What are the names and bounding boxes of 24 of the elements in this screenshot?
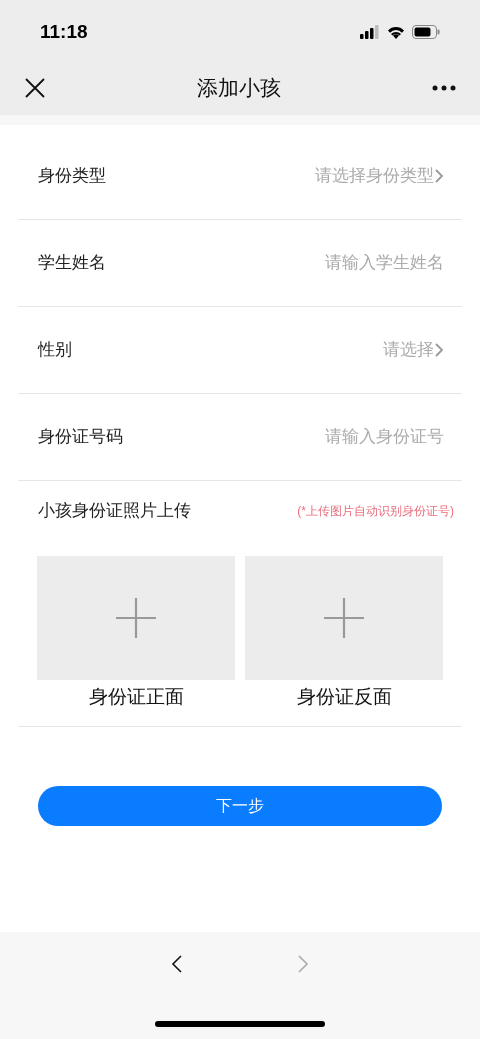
close-icon[interactable] [24,76,46,99]
input-field[interactable]: 请输入身份证号 [224,424,444,450]
plus-icon [323,597,365,639]
more-icon[interactable] [432,84,456,91]
status-time: 11:18 [40,19,88,44]
chevron-right-icon [434,168,444,184]
select-field[interactable]: 请选择 [383,337,444,363]
battery-icon [412,25,440,39]
page-title: 添加小孩 [197,74,281,101]
chevron-right-icon [434,342,444,358]
upload-label: 小孩身份证照片上传 [38,500,191,523]
upload-caption: 身份证正面 [88,685,184,709]
input-field[interactable]: 请输入学生姓名 [224,250,444,276]
plus-icon [115,597,157,639]
field-label: 身份证号码 [38,426,123,449]
field-label: 学生姓名 [38,252,106,275]
wifi-icon [386,24,406,40]
upload-hint: (*上传图片自动识别身份证号) [297,503,454,520]
field-label: 身份类型 [38,165,106,188]
upload-caption: 身份证反面 [296,685,392,709]
signal-icon [360,25,380,39]
field-label: 性别 [38,339,72,362]
select-field[interactable]: 请选择身份类型 [315,163,444,189]
next-button[interactable]: 下一步 [38,785,442,826]
